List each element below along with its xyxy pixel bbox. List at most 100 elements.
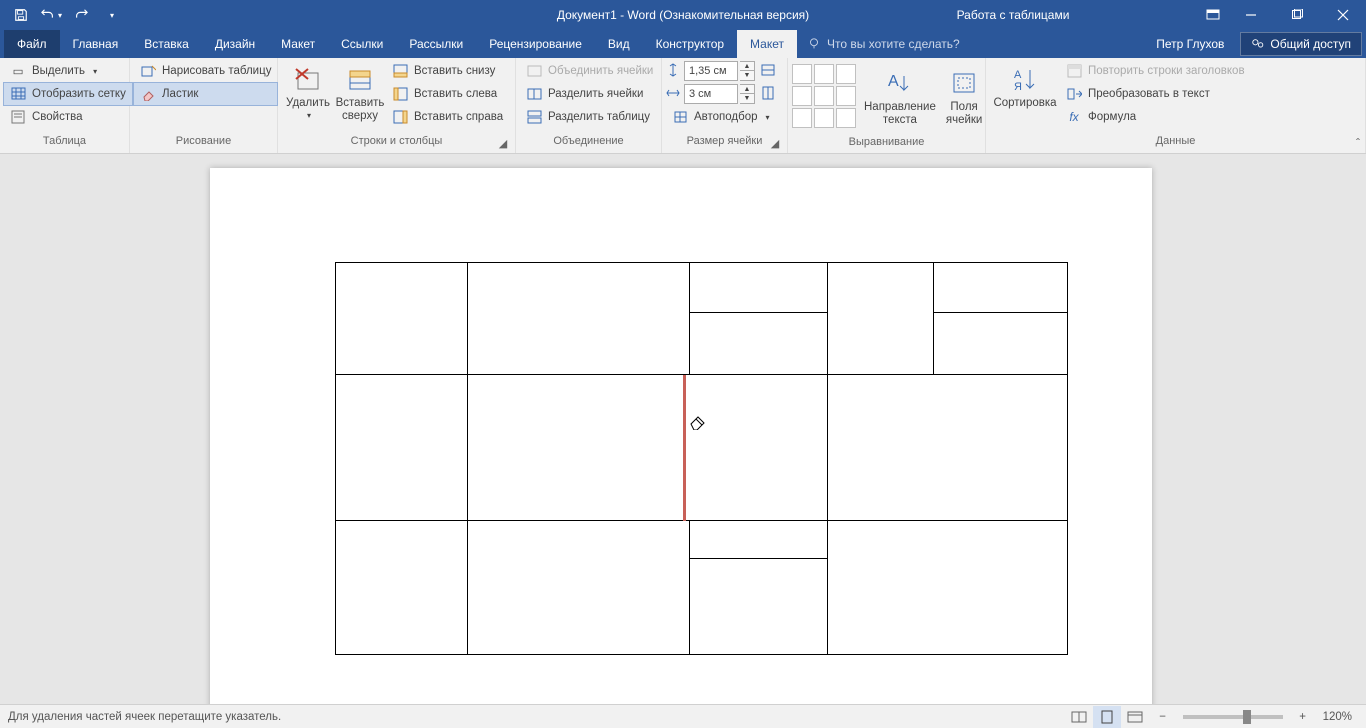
tab-mailings[interactable]: Рассылки	[396, 30, 476, 58]
svg-text:А: А	[1014, 69, 1022, 81]
close-button[interactable]	[1320, 0, 1366, 30]
read-mode-button[interactable]	[1065, 706, 1093, 728]
select-button[interactable]: ▭Выделить▾	[4, 60, 132, 82]
svg-text:Я: Я	[1014, 81, 1022, 92]
tab-review[interactable]: Рецензирование	[476, 30, 595, 58]
page	[210, 168, 1152, 704]
eraser-label: Ластик	[162, 88, 198, 100]
autofit-label: Автоподбор	[694, 111, 758, 123]
align-tr[interactable]	[836, 64, 856, 84]
sort-label: Сортировка	[993, 97, 1056, 109]
view-gridlines-button[interactable]: Отобразить сетку	[4, 83, 132, 105]
align-tc[interactable]	[814, 64, 834, 84]
repeat-header-icon	[1066, 63, 1082, 79]
tab-home[interactable]: Главная	[60, 30, 132, 58]
align-br[interactable]	[836, 108, 856, 128]
tab-file[interactable]: Файл	[4, 30, 60, 58]
merge-label: Объединить ячейки	[548, 65, 653, 77]
insert-above-button[interactable]: Вставить сверху	[334, 60, 386, 132]
cell-margins-button[interactable]: Поля ячейки	[944, 64, 985, 136]
document-area[interactable]	[0, 154, 1366, 704]
convert-label: Преобразовать в текст	[1088, 88, 1210, 100]
repeat-header-label: Повторить строки заголовков	[1088, 65, 1245, 77]
zoom-level[interactable]: 120%	[1317, 711, 1358, 723]
delete-icon	[292, 63, 324, 95]
pencil-table-icon	[140, 63, 156, 79]
align-tl[interactable]	[792, 64, 812, 84]
delete-label: Удалить	[286, 97, 330, 109]
text-direction-label: Направление текста	[864, 101, 936, 126]
zoom-out-button[interactable]: −	[1149, 706, 1177, 728]
document-table[interactable]	[335, 262, 1068, 655]
merge-icon	[526, 63, 542, 79]
formula-button[interactable]: fxФормула	[1060, 106, 1251, 128]
split-label: Разделить ячейки	[548, 88, 643, 100]
zoom-slider[interactable]	[1183, 715, 1283, 719]
tell-me-search[interactable]: Что вы хотите сделать?	[797, 30, 970, 58]
eraser-button[interactable]: Ластик	[134, 83, 277, 105]
align-mc[interactable]	[814, 86, 834, 106]
split-cells-button[interactable]: Разделить ячейки	[520, 83, 659, 105]
chevron-down-icon: ▾	[58, 11, 62, 20]
insert-below-button[interactable]: Вставить снизу	[386, 60, 509, 82]
lightbulb-icon	[807, 37, 821, 51]
row-height-input[interactable]: 1,35 см	[684, 61, 738, 81]
grid-icon	[10, 86, 26, 102]
group-label-alignment: Выравнивание	[792, 136, 981, 153]
col-width-input[interactable]: 3 см	[684, 84, 738, 104]
web-layout-button[interactable]	[1121, 706, 1149, 728]
zoom-thumb[interactable]	[1243, 710, 1251, 724]
cell-margins-label: Поля ячейки	[946, 101, 983, 126]
height-down[interactable]: ▼	[740, 71, 754, 80]
sort-button[interactable]: АЯ Сортировка	[990, 60, 1060, 132]
distribute-cols-icon[interactable]	[761, 86, 777, 102]
share-button[interactable]: Общий доступ	[1240, 32, 1362, 56]
delete-button[interactable]: Удалить ▾	[282, 60, 334, 132]
chevron-down-icon: ▾	[307, 111, 311, 120]
text-direction-icon: A	[884, 67, 916, 99]
cursor-icon: ▭	[10, 63, 26, 79]
tab-references[interactable]: Ссылки	[328, 30, 396, 58]
distribute-rows-icon[interactable]	[761, 63, 777, 79]
ribbon-options-button[interactable]	[1198, 0, 1228, 30]
dialog-launcher[interactable]: ◢	[497, 137, 509, 149]
draw-table-button[interactable]: Нарисовать таблицу	[134, 60, 277, 82]
autofit-button[interactable]: Автоподбор▾	[666, 106, 777, 128]
tab-table-layout[interactable]: Макет	[737, 30, 797, 58]
save-button[interactable]	[6, 1, 36, 29]
align-bc[interactable]	[814, 108, 834, 128]
collapse-ribbon-button[interactable]: ˆ	[1356, 136, 1360, 150]
insert-right-button[interactable]: Вставить справа	[386, 106, 509, 128]
text-direction-button[interactable]: A Направление текста	[862, 64, 938, 136]
tab-insert[interactable]: Вставка	[131, 30, 202, 58]
properties-button[interactable]: Свойства	[4, 106, 132, 128]
convert-icon	[1066, 86, 1082, 102]
height-up[interactable]: ▲	[740, 62, 754, 71]
align-ml[interactable]	[792, 86, 812, 106]
user-name[interactable]: Петр Глухов	[1144, 30, 1236, 58]
qat-customize[interactable]: ▾	[96, 1, 126, 29]
width-up[interactable]: ▲	[740, 85, 754, 94]
tab-view[interactable]: Вид	[595, 30, 643, 58]
row-height-icon	[666, 63, 682, 79]
chevron-down-icon: ▾	[93, 67, 97, 76]
align-mr[interactable]	[836, 86, 856, 106]
insert-above-label: Вставить сверху	[336, 97, 385, 122]
redo-button[interactable]	[66, 1, 96, 29]
split-table-icon	[526, 109, 542, 125]
tab-table-design[interactable]: Конструктор	[643, 30, 737, 58]
undo-button[interactable]: ▾	[36, 1, 66, 29]
insert-left-button[interactable]: Вставить слева	[386, 83, 509, 105]
tab-design[interactable]: Дизайн	[202, 30, 268, 58]
width-down[interactable]: ▼	[740, 94, 754, 103]
split-table-button[interactable]: Разделить таблицу	[520, 106, 659, 128]
tab-layout[interactable]: Макет	[268, 30, 328, 58]
group-label-table: Таблица	[4, 135, 125, 153]
minimize-button[interactable]	[1228, 0, 1274, 30]
maximize-button[interactable]	[1274, 0, 1320, 30]
convert-to-text-button[interactable]: Преобразовать в текст	[1060, 83, 1251, 105]
zoom-in-button[interactable]: +	[1289, 706, 1317, 728]
align-bl[interactable]	[792, 108, 812, 128]
dialog-launcher[interactable]: ◢	[769, 137, 781, 149]
print-layout-button[interactable]	[1093, 706, 1121, 728]
